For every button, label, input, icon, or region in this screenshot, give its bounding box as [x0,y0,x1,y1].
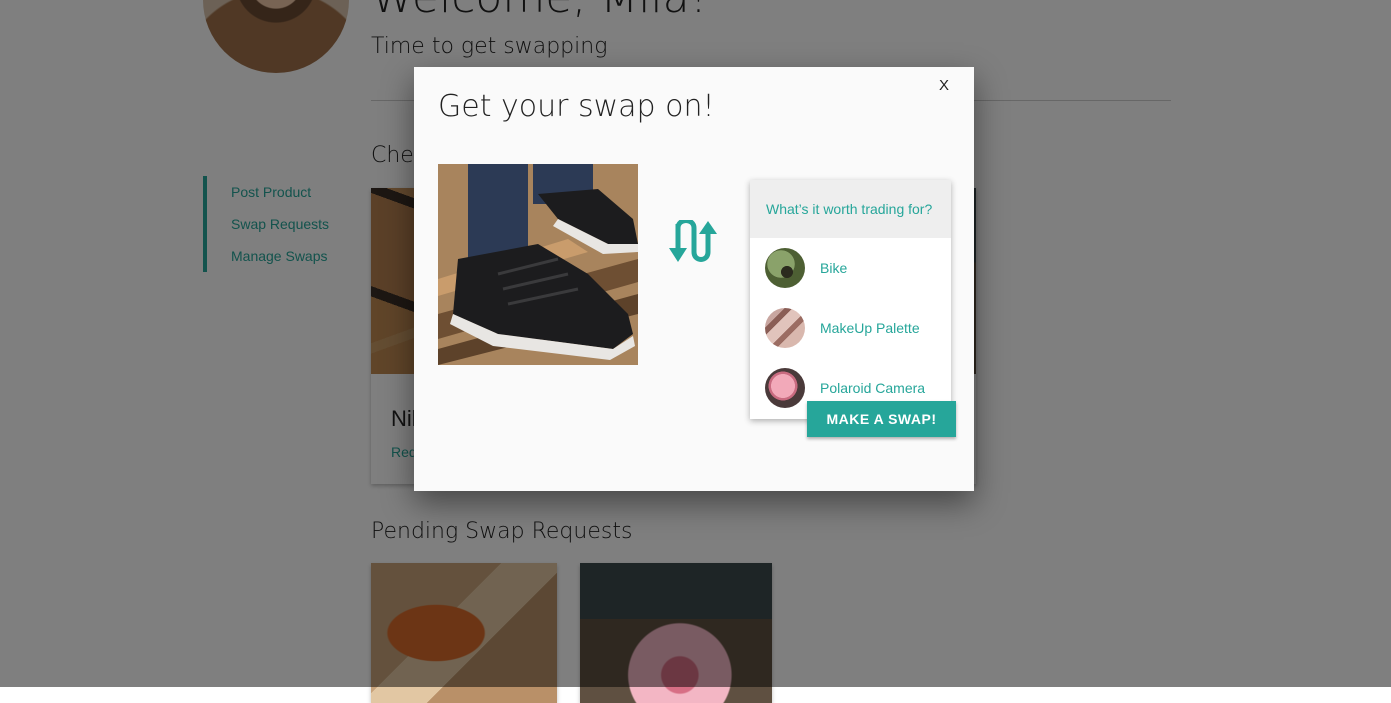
make-swap-button[interactable]: MAKE A SWAP! [807,401,956,437]
trade-option-bike[interactable]: Bike [750,238,951,298]
polaroid-camera-thumbnail [765,368,805,408]
trade-options-dropdown[interactable]: What’s it worth trading for? Bike MakeUp… [750,180,951,419]
sneaker-photo [438,164,638,365]
trade-option-label: Polaroid Camera [820,380,926,396]
trade-option-label: Bike [820,260,848,276]
dropdown-header: What’s it worth trading for? [750,180,951,238]
makeup-palette-thumbnail [765,308,805,348]
modal-title: Get your swap on! [438,89,715,124]
selected-product-image [438,164,638,365]
close-icon[interactable]: X [932,75,956,97]
trade-option-label: MakeUp Palette [820,320,920,336]
bike-thumbnail [765,248,805,288]
swap-arrows-icon [669,220,717,262]
trade-option-makeup-palette[interactable]: MakeUp Palette [750,298,951,358]
